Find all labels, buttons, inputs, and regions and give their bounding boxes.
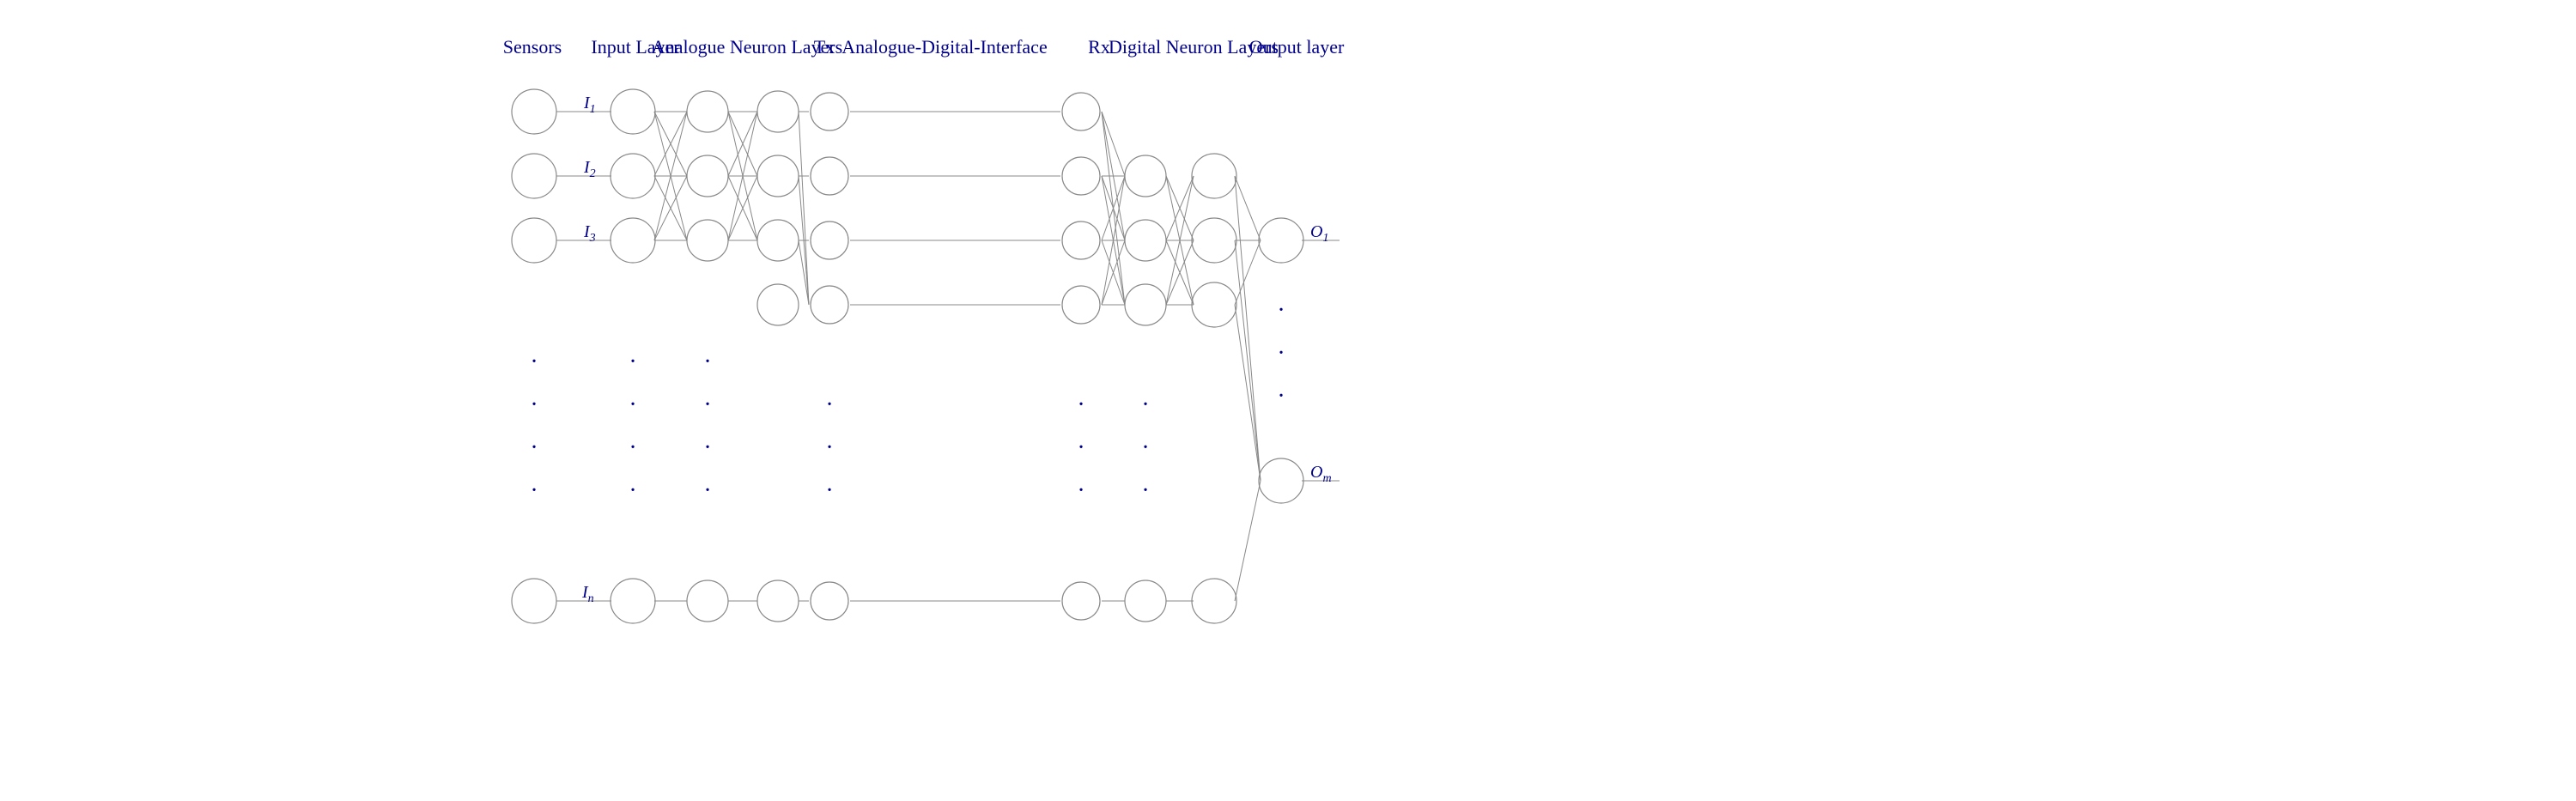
rx-dots-1: ·: [1077, 391, 1084, 418]
input-dots-1: ·: [629, 349, 636, 375]
anlh1-dots-1: ·: [703, 349, 711, 375]
anlh1-dots-4: ·: [703, 477, 711, 504]
out-dots-3: ·: [1277, 383, 1285, 410]
tx-dots-2: ·: [825, 434, 833, 461]
input-dots-3: ·: [629, 434, 636, 461]
input-dots-2: ·: [629, 391, 636, 418]
tx-dots-3: ·: [825, 477, 833, 504]
sensors-label: Sensors: [503, 36, 562, 58]
rx-label: Rx: [1088, 36, 1110, 58]
tx-label: Tx: [814, 36, 835, 58]
background: [0, 0, 2576, 801]
anlh1-dots-2: ·: [703, 391, 711, 418]
sensor-dots-3: ·: [530, 434, 538, 461]
digh1-dots-1: ·: [1141, 391, 1149, 418]
sensor-dots-4: ·: [530, 477, 538, 504]
sensor-dots-2: ·: [530, 391, 538, 418]
tx-dots-1: ·: [825, 391, 833, 418]
output-layer-label: Output layer: [1249, 36, 1345, 58]
sensor-dots: ·: [530, 349, 538, 375]
rx-dots-2: ·: [1077, 434, 1084, 461]
out-dots-2: ·: [1277, 340, 1285, 367]
anlh1-dots-3: ·: [703, 434, 711, 461]
neural-network-diagram: Sensors Input Layer Analogue Neuron Laye…: [0, 0, 2576, 801]
adi-label: Analogue-Digital-Interface: [841, 36, 1047, 58]
digh1-dots-3: ·: [1141, 477, 1149, 504]
input-dots-4: ·: [629, 477, 636, 504]
rx-dots-3: ·: [1077, 477, 1084, 504]
out-dots-1: ·: [1277, 297, 1285, 324]
digh1-dots-2: ·: [1141, 434, 1149, 461]
